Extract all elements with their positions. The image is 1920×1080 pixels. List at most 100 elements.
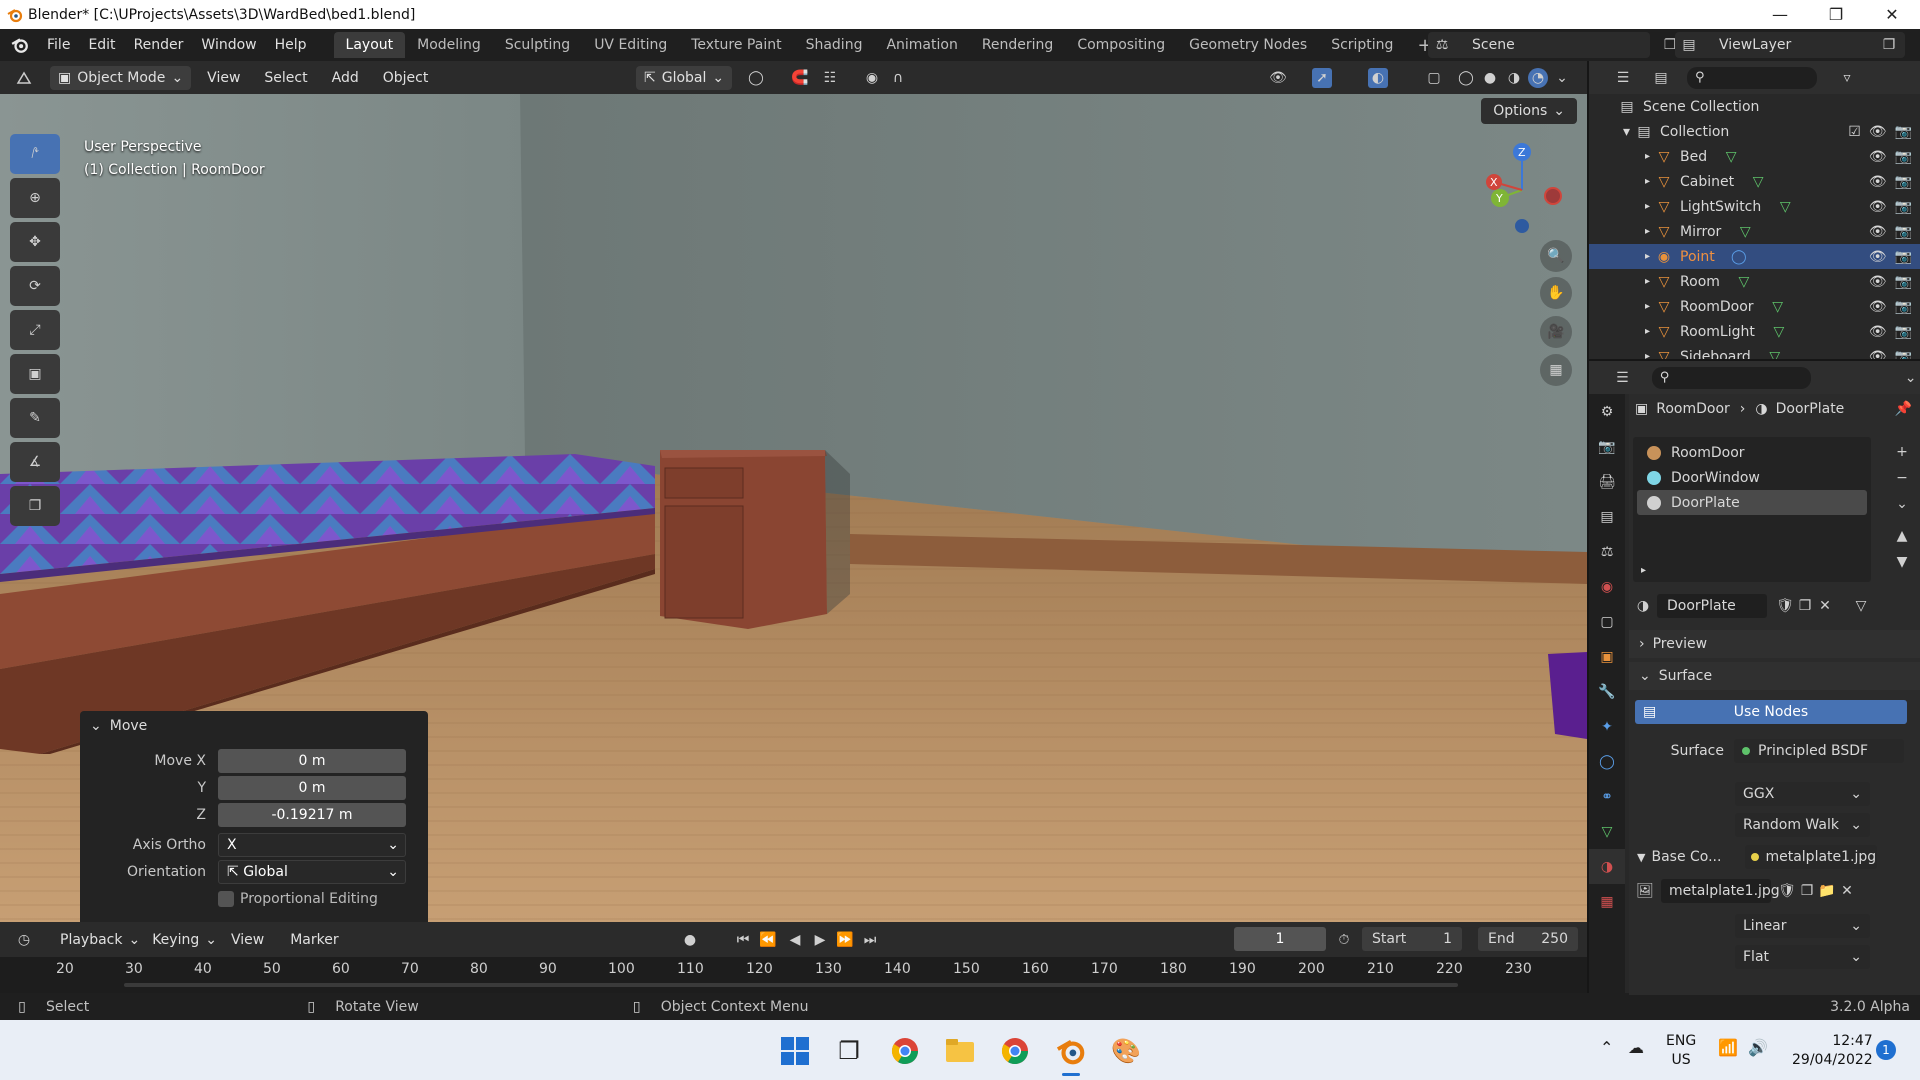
play-reverse-icon[interactable]: ◀ [785, 930, 805, 950]
tab-sculpting[interactable]: Sculpting [493, 32, 582, 58]
tab-modifiers[interactable]: 🔧 [1589, 674, 1625, 709]
expand-arrow-icon[interactable]: ▸ [1645, 326, 1650, 337]
camera-icon[interactable]: 📷 [1895, 249, 1912, 265]
transform-orientation-dropdown[interactable]: ⇱ Global ⌄ [636, 65, 733, 90]
outliner-item[interactable]: ▸ ◉ Point ◯ 👁 📷 [1589, 244, 1920, 269]
chevron-right-icon[interactable]: ▸ [1641, 565, 1646, 576]
select-box-tool[interactable]: ⭚ [10, 134, 60, 174]
start-button[interactable] [776, 1032, 814, 1070]
material-slot-item[interactable]: DoorPlate [1637, 490, 1867, 515]
eye-icon[interactable]: 👁 [1869, 274, 1887, 290]
expand-arrow-icon[interactable]: ▸ [1645, 201, 1650, 212]
axis-ortho-dropdown[interactable]: X ⌄ [218, 832, 406, 857]
checkbox-icon[interactable]: ☑ [1848, 124, 1861, 140]
image-name-field[interactable]: metalplate1.jpg [1661, 879, 1780, 903]
menu-add[interactable]: Add [332, 70, 359, 86]
new-view-layer-icon[interactable]: ❐ [1879, 35, 1899, 55]
eye-icon[interactable]: 👁 [1869, 149, 1887, 165]
eye-icon[interactable]: 👁 [1869, 124, 1887, 140]
menu-object[interactable]: Object [383, 70, 429, 86]
eye-icon[interactable]: 👁 [1869, 199, 1887, 215]
menu-keying[interactable]: Keying ⌄ [152, 932, 217, 948]
expand-arrow-icon[interactable]: ▸ [1645, 276, 1650, 287]
projection-dropdown[interactable]: Flat ⌄ [1735, 945, 1870, 969]
navigation-gizmo[interactable]: Z Y X [1478, 138, 1568, 238]
expand-arrow-icon[interactable]: ▸ [1645, 226, 1650, 237]
tab-render[interactable]: 📷 [1589, 429, 1625, 464]
outliner-item[interactable]: ▸ ▽ Cabinet ▽ 👁 📷 [1589, 169, 1920, 194]
camera-icon[interactable]: 📷 [1895, 299, 1912, 315]
chevron-down-icon[interactable]: ⌄ [1901, 368, 1920, 388]
view-layer-selector[interactable]: ▤ ViewLayer ❐ [1675, 32, 1905, 58]
volume-icon[interactable]: 🔊 [1748, 1038, 1768, 1057]
system-tray-chevron-icon[interactable]: ⌃ [1600, 1038, 1613, 1057]
scene-selector[interactable]: ⚖ Scene ❐ [1428, 32, 1676, 58]
tab-particles[interactable]: ✦ [1589, 709, 1625, 744]
open-folder-icon[interactable]: 📁 [1817, 881, 1837, 901]
link-type-icon[interactable]: ▽ [1851, 596, 1871, 616]
base-color-texture-field[interactable]: metalplate1.jpg [1745, 845, 1878, 869]
properties-editor-icon[interactable]: ☰ [1613, 368, 1632, 388]
mesh-data-icon[interactable]: ▽ [1769, 322, 1789, 342]
expand-arrow-icon[interactable]: ▸ [1645, 301, 1650, 312]
display-mode-icon[interactable]: ▤ [1651, 68, 1671, 88]
menu-help[interactable]: Help [266, 37, 316, 53]
chevron-down-icon[interactable]: ⌄ [1892, 494, 1912, 514]
collection-row[interactable]: ▾ ▤ Collection ☑ 👁 📷 [1589, 119, 1920, 144]
tab-shading[interactable]: Shading [794, 32, 875, 58]
gizmo-toggle-icon[interactable]: ➚ [1312, 67, 1332, 88]
snap-icon[interactable]: 🧲 [790, 68, 810, 88]
camera-icon[interactable]: 📷 [1895, 174, 1912, 190]
start-frame-field[interactable]: Start 1 [1362, 927, 1462, 951]
timeline-ruler[interactable]: 20 30 40 50 60 70 80 90 100 110 120 130 140 150 160 170… [0, 957, 1587, 993]
wifi-icon[interactable]: 📶 [1718, 1038, 1738, 1057]
menu-edit[interactable]: Edit [79, 37, 124, 53]
tab-modeling[interactable]: Modeling [405, 32, 493, 58]
camera-icon[interactable]: 📷 [1895, 199, 1912, 215]
add-slot-icon[interactable]: + [1892, 442, 1912, 462]
distribution-dropdown[interactable]: GGX ⌄ [1735, 782, 1870, 806]
menu-playback[interactable]: Playback ⌄ [60, 932, 140, 948]
editor-type-icon[interactable] [14, 68, 34, 88]
tab-output[interactable]: 🖨 [1589, 464, 1625, 499]
move-down-icon[interactable]: ▼ [1892, 552, 1912, 572]
timeline-scrollbar[interactable] [124, 983, 1458, 987]
interpolation-dropdown[interactable]: Linear ⌄ [1735, 914, 1870, 938]
filter-icon[interactable]: ▿ [1837, 68, 1857, 88]
expand-arrow-icon[interactable]: ▼ [1637, 851, 1645, 864]
image-browse-icon[interactable]: 🖼 [1635, 881, 1655, 901]
tab-rendering[interactable]: Rendering [970, 32, 1066, 58]
eye-icon[interactable]: 👁 [1869, 324, 1887, 340]
play-icon[interactable]: ▶ [810, 930, 830, 950]
maximize-button[interactable]: ❐ [1808, 0, 1864, 29]
solid-shading-icon[interactable]: ● [1480, 68, 1500, 88]
preview-section[interactable]: › Preview [1629, 630, 1920, 658]
outliner-item[interactable]: ▸ ▽ Mirror ▽ 👁 📷 [1589, 219, 1920, 244]
move-panel-header[interactable]: ⌄ Move [80, 711, 428, 741]
camera-view-button[interactable]: 🎥 [1540, 316, 1572, 348]
surface-section[interactable]: ⌄ Surface [1629, 662, 1920, 690]
menu-select[interactable]: Select [264, 70, 307, 86]
tab-constraints[interactable]: ⚭ [1589, 779, 1625, 814]
fake-user-icon[interactable]: 🛡 [1775, 596, 1795, 616]
orientation-dropdown[interactable]: ⇱ Global ⌄ [218, 859, 406, 884]
falloff-icon[interactable]: ∩ [888, 68, 908, 88]
add-cube-tool[interactable]: ❐ [10, 486, 60, 526]
snap-target-icon[interactable]: ☷ [820, 68, 840, 88]
scene-collection-row[interactable]: ▤ Scene Collection [1589, 94, 1920, 119]
transform-tool[interactable]: ▣ [10, 354, 60, 394]
current-frame-field[interactable]: 1 [1234, 927, 1326, 951]
clock[interactable]: 12:47 29/04/2022 [1792, 1032, 1873, 1070]
eye-icon[interactable]: 👁 [1869, 174, 1887, 190]
subsurface-method-dropdown[interactable]: Random Walk ⌄ [1735, 813, 1870, 837]
tab-world[interactable]: ◉ [1589, 569, 1625, 604]
material-slot-item[interactable]: RoomDoor [1637, 440, 1867, 465]
visibility-icon[interactable]: 👁 [1268, 68, 1288, 88]
xray-toggle-icon[interactable]: ▢ [1424, 68, 1444, 88]
mesh-data-icon[interactable]: ▽ [1768, 297, 1788, 317]
minimize-button[interactable]: — [1752, 0, 1808, 29]
chrome-taskbar-button[interactable] [886, 1032, 924, 1070]
menu-render[interactable]: Render [125, 37, 193, 53]
move-up-icon[interactable]: ▲ [1892, 526, 1912, 546]
menu-window[interactable]: Window [192, 37, 265, 53]
